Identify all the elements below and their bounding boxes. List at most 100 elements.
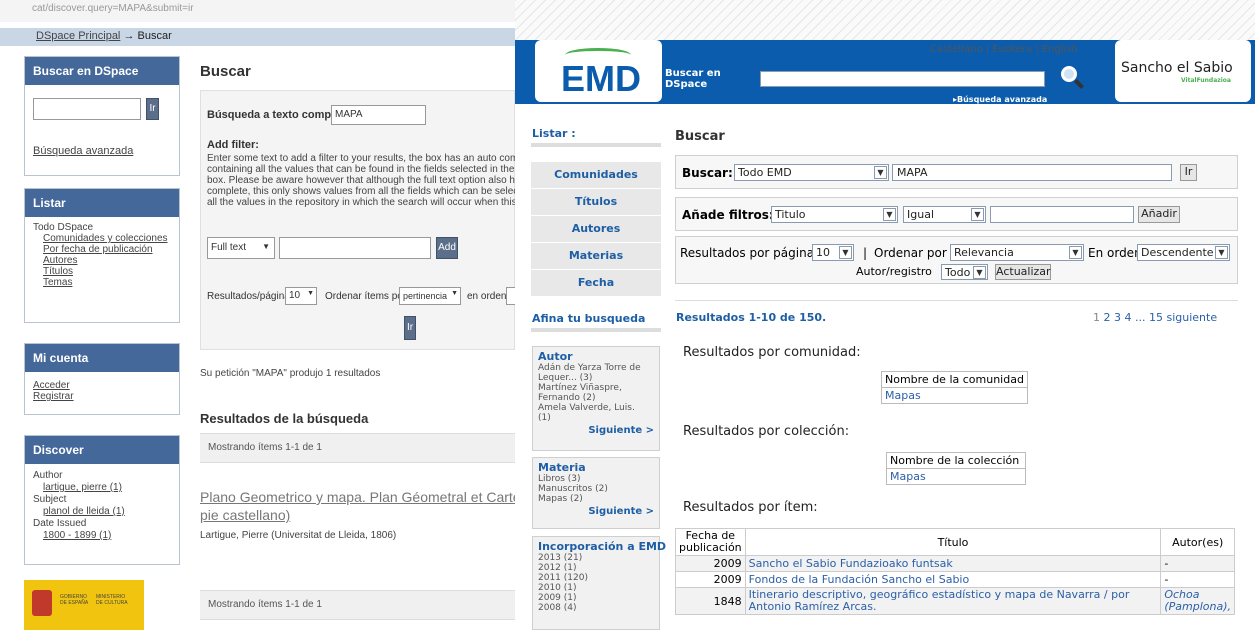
filter-value-input[interactable]: [990, 206, 1134, 223]
chevron-down-icon: ▼: [451, 290, 458, 297]
magnifier-search-icon[interactable]: [1057, 62, 1089, 94]
emd-logo[interactable]: EMD: [535, 40, 662, 102]
facet-date-title: Incorporación a EMD: [538, 540, 667, 553]
filter-operator-select[interactable]: Igual ▼: [903, 206, 986, 223]
search-row: Buscar: Todo EMD ▼ MAPA Ir: [675, 155, 1238, 189]
chevron-down-icon: ▼: [1069, 246, 1082, 259]
facet-subject-item[interactable]: Mapas (2): [538, 494, 654, 504]
header-advanced-search-link[interactable]: ▸Búsqueda avanzada: [953, 95, 1047, 104]
facet-subject-item[interactable]: Libros (3): [538, 474, 654, 484]
browse-link-communities[interactable]: Comunidades y colecciones: [33, 233, 171, 244]
filter-value-input[interactable]: [279, 237, 431, 259]
page-link[interactable]: 3: [1114, 311, 1121, 324]
facet-date-value[interactable]: 1800 - 1899 (1): [33, 530, 171, 542]
fulltext-input[interactable]: MAPA: [331, 105, 426, 125]
row-author-link[interactable]: Ochoa (Pamplona),: [1160, 587, 1235, 615]
breadcrumb-home[interactable]: DSpace Principal: [36, 30, 120, 42]
page-link[interactable]: 4: [1125, 311, 1132, 324]
facet-author-item[interactable]: Martínez Viñaspre,: [538, 383, 654, 393]
filter-field-select[interactable]: Titulo ▼: [771, 206, 898, 223]
result-item-title[interactable]: Plano Geometrico y mapa. Plan Géometral …: [200, 488, 515, 524]
language-switcher: Castellano | Euskera | English: [930, 44, 1078, 55]
tab-date[interactable]: Fecha: [531, 270, 661, 297]
items-table: Fecha de publicación Título Autor(es) 200…: [675, 528, 1235, 615]
next-page-link[interactable]: ... 15 siguiente: [1135, 311, 1217, 324]
update-button[interactable]: Actualizar: [995, 264, 1051, 280]
community-header: Nombre de la comunidad: [885, 373, 1024, 386]
logo-gov: GOBIERNO DE ESPAÑA: [60, 594, 89, 606]
table-row: 2009 Fondos de la Fundación Sancho el Sa…: [675, 571, 1235, 588]
facet-date-item[interactable]: 2008 (4): [538, 603, 654, 613]
sidebar-search-box: Buscar en DSpace Ir Búsqueda avanzada: [24, 56, 180, 176]
tab-authors[interactable]: Autores: [531, 216, 661, 243]
advanced-search-link[interactable]: Búsqueda avanzada: [33, 145, 133, 157]
scope-select[interactable]: Todo EMD ▼: [734, 164, 889, 181]
lang-castellano[interactable]: Castellano: [930, 44, 983, 55]
rpp-select[interactable]: 10 ▼: [812, 244, 854, 261]
facet-subject-item[interactable]: Manuscritos (2): [538, 484, 654, 494]
facet-date-item[interactable]: 2011 (120): [538, 573, 654, 583]
community-link[interactable]: Mapas: [882, 387, 1027, 403]
sidebar-search-go-button[interactable]: Ir: [146, 98, 159, 120]
query-input[interactable]: MAPA: [892, 164, 1172, 181]
rpp-select[interactable]: 10 ▼: [285, 287, 317, 305]
breadcrumb-current: Buscar: [137, 30, 172, 42]
sancho-el-sabio-logo[interactable]: Sancho el Sabio VitalFundazioa: [1115, 40, 1251, 102]
tab-subjects[interactable]: Materias: [531, 243, 661, 270]
facet-author-value[interactable]: lartigue, pierre (1): [33, 482, 171, 494]
url-bar[interactable]: cat/discover.query=MAPA&submit=ir: [0, 0, 515, 22]
tab-titles[interactable]: Títulos: [531, 189, 661, 216]
row-date: 1848: [675, 587, 746, 615]
right-screenshot: Castellano | Euskera | English EMD Busca…: [515, 0, 1255, 630]
facet-author-item[interactable]: (1): [538, 413, 654, 423]
page-link[interactable]: 2: [1104, 311, 1111, 324]
facet-author-item[interactable]: Lequer... (3): [538, 373, 654, 383]
facet-subject-label: Subject: [33, 494, 67, 505]
discover-title: Discover: [25, 436, 179, 464]
order-select[interactable]: [506, 287, 515, 305]
browse-link-titles[interactable]: Títulos: [33, 266, 171, 277]
browse-link-authors[interactable]: Autores: [33, 255, 171, 266]
lang-english[interactable]: English: [1042, 44, 1078, 55]
facet-author-item[interactable]: Amela Valverde, Luis.: [538, 403, 654, 413]
author-record-select[interactable]: Todo ▼: [941, 264, 988, 280]
sidebar-search-input[interactable]: [33, 98, 141, 120]
browse-link-date[interactable]: Por fecha de publicación: [33, 244, 171, 255]
search-go-button[interactable]: Ir: [404, 316, 416, 340]
facet-author-item[interactable]: Fernando (2): [538, 393, 654, 403]
results-divider: [675, 300, 1238, 301]
header-search-input[interactable]: [760, 71, 1045, 87]
add-filter-button[interactable]: Add: [436, 237, 458, 259]
facet-date-item[interactable]: 2013 (21): [538, 553, 654, 563]
facet-date-item[interactable]: 2009 (1): [538, 593, 654, 603]
row-title-link[interactable]: Itinerario descriptivo, geográfico estad…: [744, 587, 1162, 615]
collection-link[interactable]: Mapas: [887, 468, 1025, 484]
order-by-select[interactable]: pertinencia ▼: [399, 287, 461, 305]
page-title: Buscar: [200, 63, 251, 80]
account-title: Mi cuenta: [25, 344, 179, 372]
register-link[interactable]: Registrar: [33, 391, 171, 402]
browse-link-subjects[interactable]: Temas: [33, 277, 171, 288]
rpp-label: Resultados por página: [680, 246, 815, 260]
tab-communities[interactable]: Comunidades: [531, 162, 661, 189]
search-go-button[interactable]: Ir: [1180, 164, 1197, 181]
login-link[interactable]: Acceder: [33, 380, 171, 391]
facet-subject-next-link[interactable]: Siguiente >: [538, 507, 654, 517]
facet-author-next-link[interactable]: Siguiente >: [538, 426, 654, 436]
facet-subject-value[interactable]: planol de lleida (1): [33, 506, 171, 518]
facet-date-item[interactable]: 2010 (1): [538, 583, 654, 593]
row-title-link[interactable]: Sancho el Sabio Fundazioako funtsak: [744, 555, 1162, 572]
add-filter-button[interactable]: Añadir: [1138, 206, 1180, 223]
browse-list: Todo DSpace Comunidades y colecciones Po…: [25, 217, 179, 293]
facet-author-item[interactable]: Adán de Yarza Torre de: [538, 363, 654, 373]
filter-type-select[interactable]: Full text ▼: [207, 237, 275, 259]
facet-date-item[interactable]: 2012 (1): [538, 563, 654, 573]
order-by-select[interactable]: Relevancia ▼: [950, 244, 1084, 261]
col-authors: Autor(es): [1160, 528, 1235, 556]
lang-euskera[interactable]: Euskera: [992, 44, 1032, 55]
row-title-link[interactable]: Fondos de la Fundación Sancho el Sabio: [744, 571, 1162, 588]
add-filter-title: Add filter:: [207, 139, 259, 151]
order-select[interactable]: Descendente ▼: [1137, 244, 1230, 261]
left-screenshot: cat/discover.query=MAPA&submit=ir DSpace…: [0, 0, 515, 630]
page-link-current: 1: [1093, 311, 1100, 324]
